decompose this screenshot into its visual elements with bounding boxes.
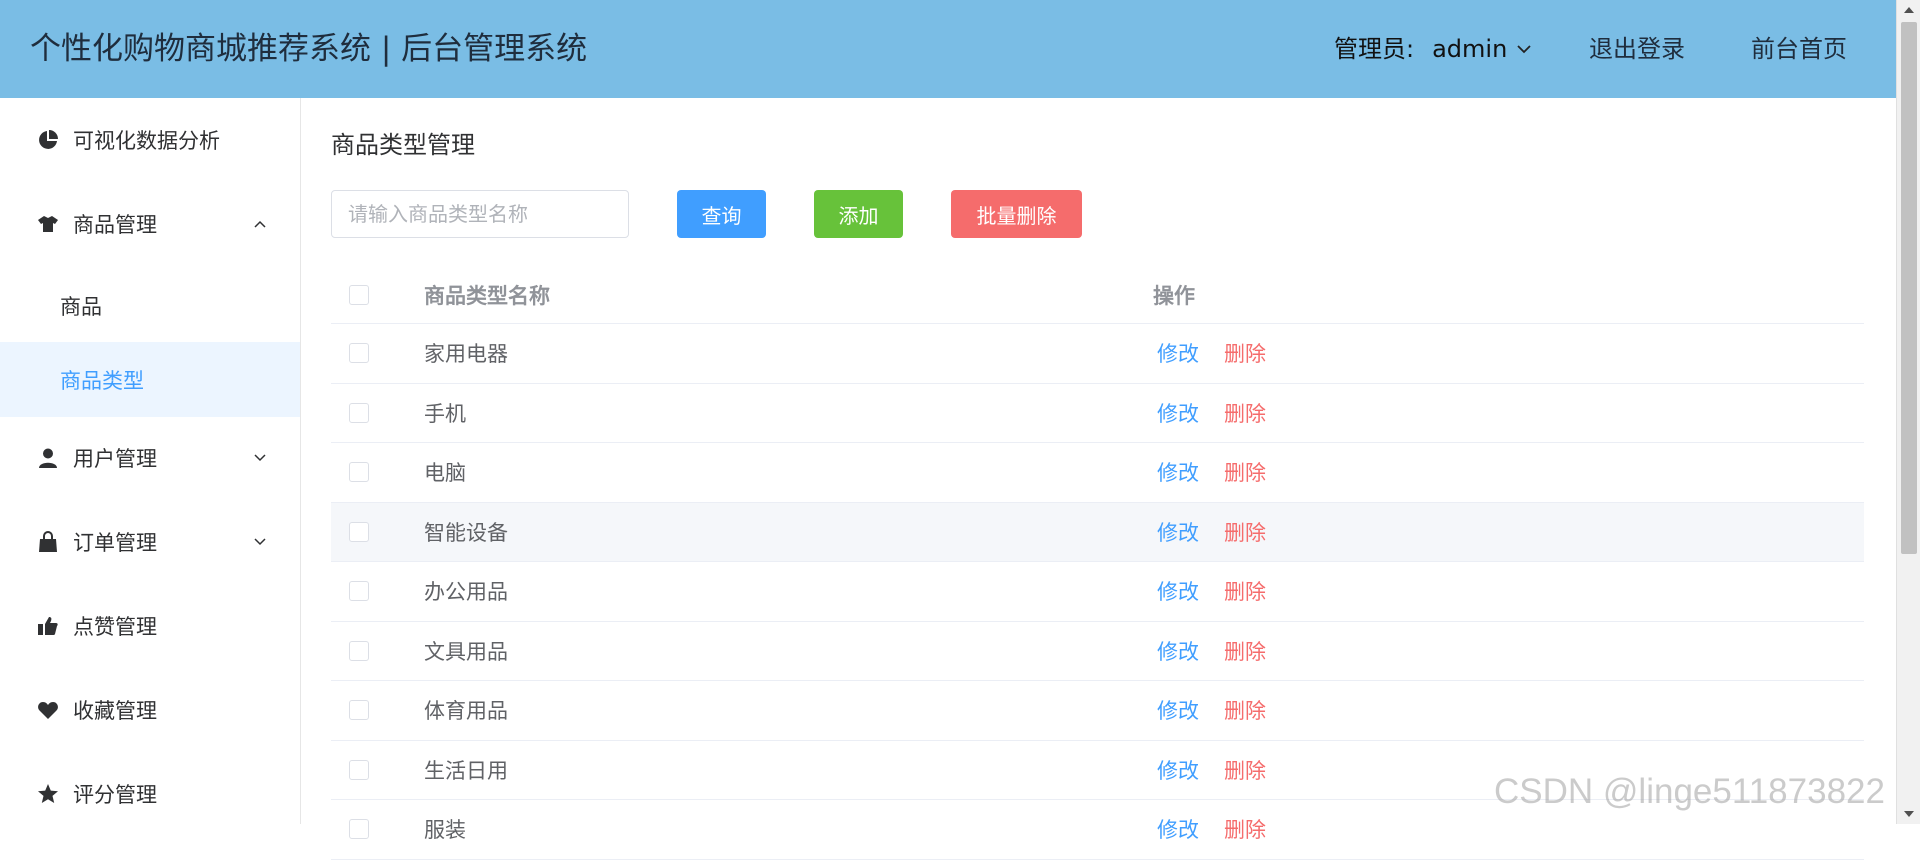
search-input[interactable] [331, 190, 629, 238]
type-name-cell: 生活日用 [424, 758, 508, 783]
edit-link[interactable]: 修改 [1157, 814, 1199, 844]
sidebar-item-label: 订单管理 [73, 531, 157, 555]
scroll-down-arrow-icon[interactable] [1897, 804, 1920, 824]
pie-chart-icon [36, 128, 60, 152]
sidebar-subitem-label: 商品类型 [60, 368, 144, 393]
row-checkbox[interactable] [349, 700, 369, 721]
chevron-down-icon [1515, 40, 1533, 58]
table-row: 电脑 修改 删除 [331, 443, 1864, 503]
sidebar-item-label: 点赞管理 [73, 615, 157, 639]
edit-link[interactable]: 修改 [1157, 457, 1199, 487]
type-name-cell: 手机 [424, 401, 466, 426]
row-checkbox[interactable] [349, 462, 369, 483]
delete-link[interactable]: 删除 [1224, 398, 1266, 428]
app-title: 个性化购物商城推荐系统 | 后台管理系统 [30, 31, 588, 67]
type-name-cell: 文具用品 [424, 639, 508, 664]
table-row: 手机 修改 删除 [331, 384, 1864, 443]
edit-link[interactable]: 修改 [1157, 517, 1199, 547]
admin-label: 管理员: [1334, 35, 1415, 63]
type-name-cell: 服装 [424, 818, 466, 843]
sidebar-item-rating-management[interactable]: 评分管理 [0, 764, 300, 824]
shopping-bag-icon [36, 530, 60, 554]
delete-link[interactable]: 删除 [1224, 755, 1266, 785]
table-header-row: 商品类型名称 操作 [331, 266, 1864, 324]
chevron-down-icon [252, 534, 268, 550]
sidebar-item-label: 评分管理 [73, 783, 157, 807]
edit-link[interactable]: 修改 [1157, 755, 1199, 785]
shirt-icon [36, 212, 60, 236]
type-name-cell: 电脑 [424, 461, 466, 486]
row-checkbox[interactable] [349, 521, 369, 542]
sidebar-subitem-label: 商品 [60, 294, 102, 319]
user-icon [36, 446, 60, 470]
sidebar-item-label: 收藏管理 [73, 699, 157, 723]
sidebar-subitem-product-types[interactable]: 商品类型 [0, 342, 300, 417]
sidebar-item-label: 用户管理 [73, 447, 157, 471]
frontend-home-link[interactable]: 前台首页 [1751, 32, 1847, 66]
row-checkbox[interactable] [349, 402, 369, 423]
scroll-up-arrow-icon[interactable] [1897, 0, 1920, 20]
delete-link[interactable]: 删除 [1224, 814, 1266, 844]
page-title: 商品类型管理 [331, 131, 475, 159]
sidebar-item-like-management[interactable]: 点赞管理 [0, 596, 300, 656]
sidebar-subitem-products[interactable]: 商品 [0, 268, 300, 343]
edit-link[interactable]: 修改 [1157, 398, 1199, 428]
column-header-actions: 操作 [1153, 283, 1195, 308]
edit-link[interactable]: 修改 [1157, 636, 1199, 666]
admin-dropdown[interactable]: 管理员: admin [1334, 32, 1533, 66]
select-all-checkbox[interactable] [349, 284, 369, 305]
row-checkbox[interactable] [349, 819, 369, 840]
table-row: 智能设备 修改 删除 [331, 502, 1864, 562]
delete-link[interactable]: 删除 [1224, 517, 1266, 547]
vertical-scrollbar[interactable] [1896, 0, 1920, 824]
row-checkbox[interactable] [349, 343, 369, 364]
table-row: 办公用品 修改 删除 [331, 562, 1864, 622]
add-button[interactable]: 添加 [814, 190, 903, 238]
sidebar-item-order-management[interactable]: 订单管理 [0, 512, 300, 572]
product-type-table: 商品类型名称 操作 家用电器 修改 删除 手机 修改 删除 电脑 修改 删除 智… [331, 266, 1864, 860]
delete-link[interactable]: 删除 [1224, 457, 1266, 487]
top-header: 个性化购物商城推荐系统 | 后台管理系统 管理员: admin 退出登录 前台首… [0, 0, 1896, 98]
chevron-down-icon [252, 450, 268, 466]
batch-delete-button[interactable]: 批量删除 [951, 190, 1082, 238]
table-row: 生活日用 修改 删除 [331, 741, 1864, 800]
sidebar-item-user-management[interactable]: 用户管理 [0, 428, 300, 488]
type-name-cell: 办公用品 [424, 580, 508, 605]
type-name-cell: 智能设备 [424, 520, 508, 545]
table-row: 体育用品 修改 删除 [331, 681, 1864, 741]
edit-link[interactable]: 修改 [1157, 576, 1199, 606]
delete-link[interactable]: 删除 [1224, 636, 1266, 666]
thumbs-up-icon [36, 614, 60, 638]
edit-link[interactable]: 修改 [1157, 338, 1199, 368]
edit-link[interactable]: 修改 [1157, 695, 1199, 725]
delete-link[interactable]: 删除 [1224, 576, 1266, 606]
delete-link[interactable]: 删除 [1224, 695, 1266, 725]
type-name-cell: 家用电器 [424, 342, 508, 367]
sidebar-item-label: 可视化数据分析 [73, 129, 220, 153]
sidebar-item-label: 商品管理 [73, 213, 157, 237]
heart-icon [36, 698, 60, 722]
admin-name: admin [1432, 35, 1508, 63]
star-icon [36, 782, 60, 806]
sidebar-item-product-management[interactable]: 商品管理 [0, 194, 300, 254]
scrollbar-thumb[interactable] [1901, 22, 1917, 554]
sidebar-item-data-analysis[interactable]: 可视化数据分析 [0, 110, 300, 170]
query-button[interactable]: 查询 [677, 190, 766, 238]
table-row: 文具用品 修改 删除 [331, 622, 1864, 681]
row-checkbox[interactable] [349, 759, 369, 780]
row-checkbox[interactable] [349, 581, 369, 602]
logout-link[interactable]: 退出登录 [1589, 32, 1685, 66]
column-header-type-name: 商品类型名称 [424, 283, 550, 308]
sidebar-item-favorite-management[interactable]: 收藏管理 [0, 680, 300, 740]
type-name-cell: 体育用品 [424, 699, 508, 724]
delete-link[interactable]: 删除 [1224, 338, 1266, 368]
table-row: 家用电器 修改 删除 [331, 324, 1864, 384]
table-row: 服装 修改 删除 [331, 800, 1864, 860]
chevron-up-icon [252, 216, 268, 232]
row-checkbox[interactable] [349, 640, 369, 661]
sidebar: 可视化数据分析 商品管理 商品 商品类型 用户管理 订单管理 点赞管理 收藏管理… [0, 98, 301, 824]
